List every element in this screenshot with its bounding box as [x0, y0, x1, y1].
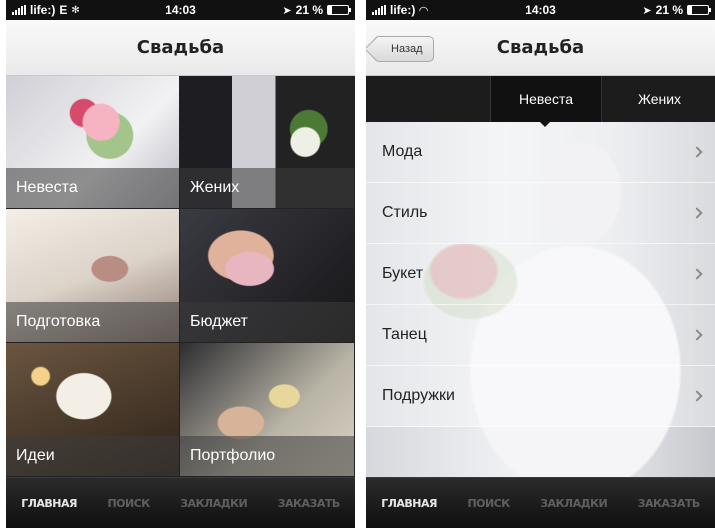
list-item[interactable]: Танец — [366, 305, 715, 366]
page-title: Свадьба — [496, 37, 585, 58]
page-title: Свадьба — [136, 37, 225, 58]
segment-bride[interactable]: Невеста — [490, 76, 602, 122]
category-grid: Невеста Жених Подготовка Бюджет Идеи Пор… — [6, 76, 355, 477]
list-item[interactable]: Стиль — [366, 183, 715, 244]
tab-bar: ГЛАВНАЯ ПОИСК ЗАКЛАДКИ ЗАКАЗАТЬ — [6, 477, 355, 528]
back-button[interactable]: Назад — [374, 36, 434, 62]
network-type: E — [59, 3, 68, 17]
nav-bar: Назад Свадьба — [366, 20, 715, 76]
tile-budget[interactable]: Бюджет — [180, 209, 355, 343]
list-item-label: Подружки — [382, 387, 455, 404]
location-arrow-icon: ➤ — [642, 4, 652, 17]
tile-ideas[interactable]: Идеи — [6, 343, 180, 477]
chevron-right-icon — [691, 329, 703, 341]
status-bar: life:) ◠ 14:03 ➤ 21 % — [366, 0, 715, 20]
tab-home[interactable]: ГЛАВНАЯ — [21, 497, 77, 510]
carrier-name: life:) — [390, 3, 416, 17]
tile-groom[interactable]: Жених — [180, 76, 355, 209]
tab-bookmarks[interactable]: ЗАКЛАДКИ — [540, 497, 607, 510]
chevron-right-icon — [691, 207, 703, 219]
segment-pointer — [538, 120, 552, 127]
signal-bars-icon — [12, 5, 26, 15]
list-item-label: Стиль — [382, 204, 428, 221]
segmented-control: Невеста Жених — [366, 76, 715, 122]
signal-bars-icon — [372, 5, 386, 15]
tile-portfolio[interactable]: Портфолио — [180, 343, 355, 477]
spinner-icon: ✻ — [71, 4, 80, 16]
battery-percent: 21 % — [295, 3, 323, 17]
status-bar: life:) E ✻ 14:03 ➤ 21 % — [6, 0, 355, 20]
chevron-right-icon — [691, 390, 703, 402]
tab-search[interactable]: ПОИСК — [467, 497, 510, 510]
tab-home[interactable]: ГЛАВНАЯ — [381, 497, 437, 510]
tile-label: Портфолио — [180, 436, 354, 476]
tab-search[interactable]: ПОИСК — [107, 497, 150, 510]
carrier-name: life:) — [30, 3, 56, 17]
list-item[interactable]: Подружки — [366, 366, 715, 427]
right-screen: life:) ◠ 14:03 ➤ 21 % Назад Свадьба Неве… — [366, 0, 715, 528]
tab-bookmarks[interactable]: ЗАКЛАДКИ — [180, 497, 247, 510]
tile-label: Бюджет — [180, 302, 354, 342]
list-item[interactable]: Мода — [366, 122, 715, 183]
tab-order[interactable]: ЗАКАЗАТЬ — [638, 497, 701, 510]
list-item-label: Букет — [382, 265, 424, 282]
left-screen: life:) E ✻ 14:03 ➤ 21 % Свадьба Невеста … — [6, 0, 355, 528]
nav-bar: Свадьба — [6, 20, 355, 76]
list-item[interactable]: Букет — [366, 244, 715, 305]
tile-label: Идеи — [6, 436, 179, 476]
tile-bride[interactable]: Невеста — [6, 76, 180, 209]
tile-preparation[interactable]: Подготовка — [6, 209, 180, 343]
list-item-label: Танец — [382, 326, 427, 343]
battery-icon — [687, 5, 711, 15]
list-item-label: Мода — [382, 143, 423, 160]
tile-label: Невеста — [6, 168, 179, 208]
battery-icon — [327, 5, 351, 15]
menu-content: Мода Стиль Букет Танец Подружки — [366, 122, 715, 477]
menu-list: Мода Стиль Букет Танец Подружки — [366, 122, 715, 427]
chevron-right-icon — [691, 146, 703, 158]
chevron-right-icon — [691, 268, 703, 280]
battery-percent: 21 % — [655, 3, 683, 17]
tab-bar: ГЛАВНАЯ ПОИСК ЗАКЛАДКИ ЗАКАЗАТЬ — [366, 477, 715, 528]
tile-label: Подготовка — [6, 302, 179, 342]
tile-label: Жених — [180, 168, 354, 208]
wifi-icon: ◠ — [419, 4, 428, 17]
segment-groom[interactable]: Жених — [604, 76, 715, 122]
back-button-label: Назад — [391, 43, 423, 55]
location-arrow-icon: ➤ — [282, 4, 292, 17]
tab-order[interactable]: ЗАКАЗАТЬ — [278, 497, 341, 510]
